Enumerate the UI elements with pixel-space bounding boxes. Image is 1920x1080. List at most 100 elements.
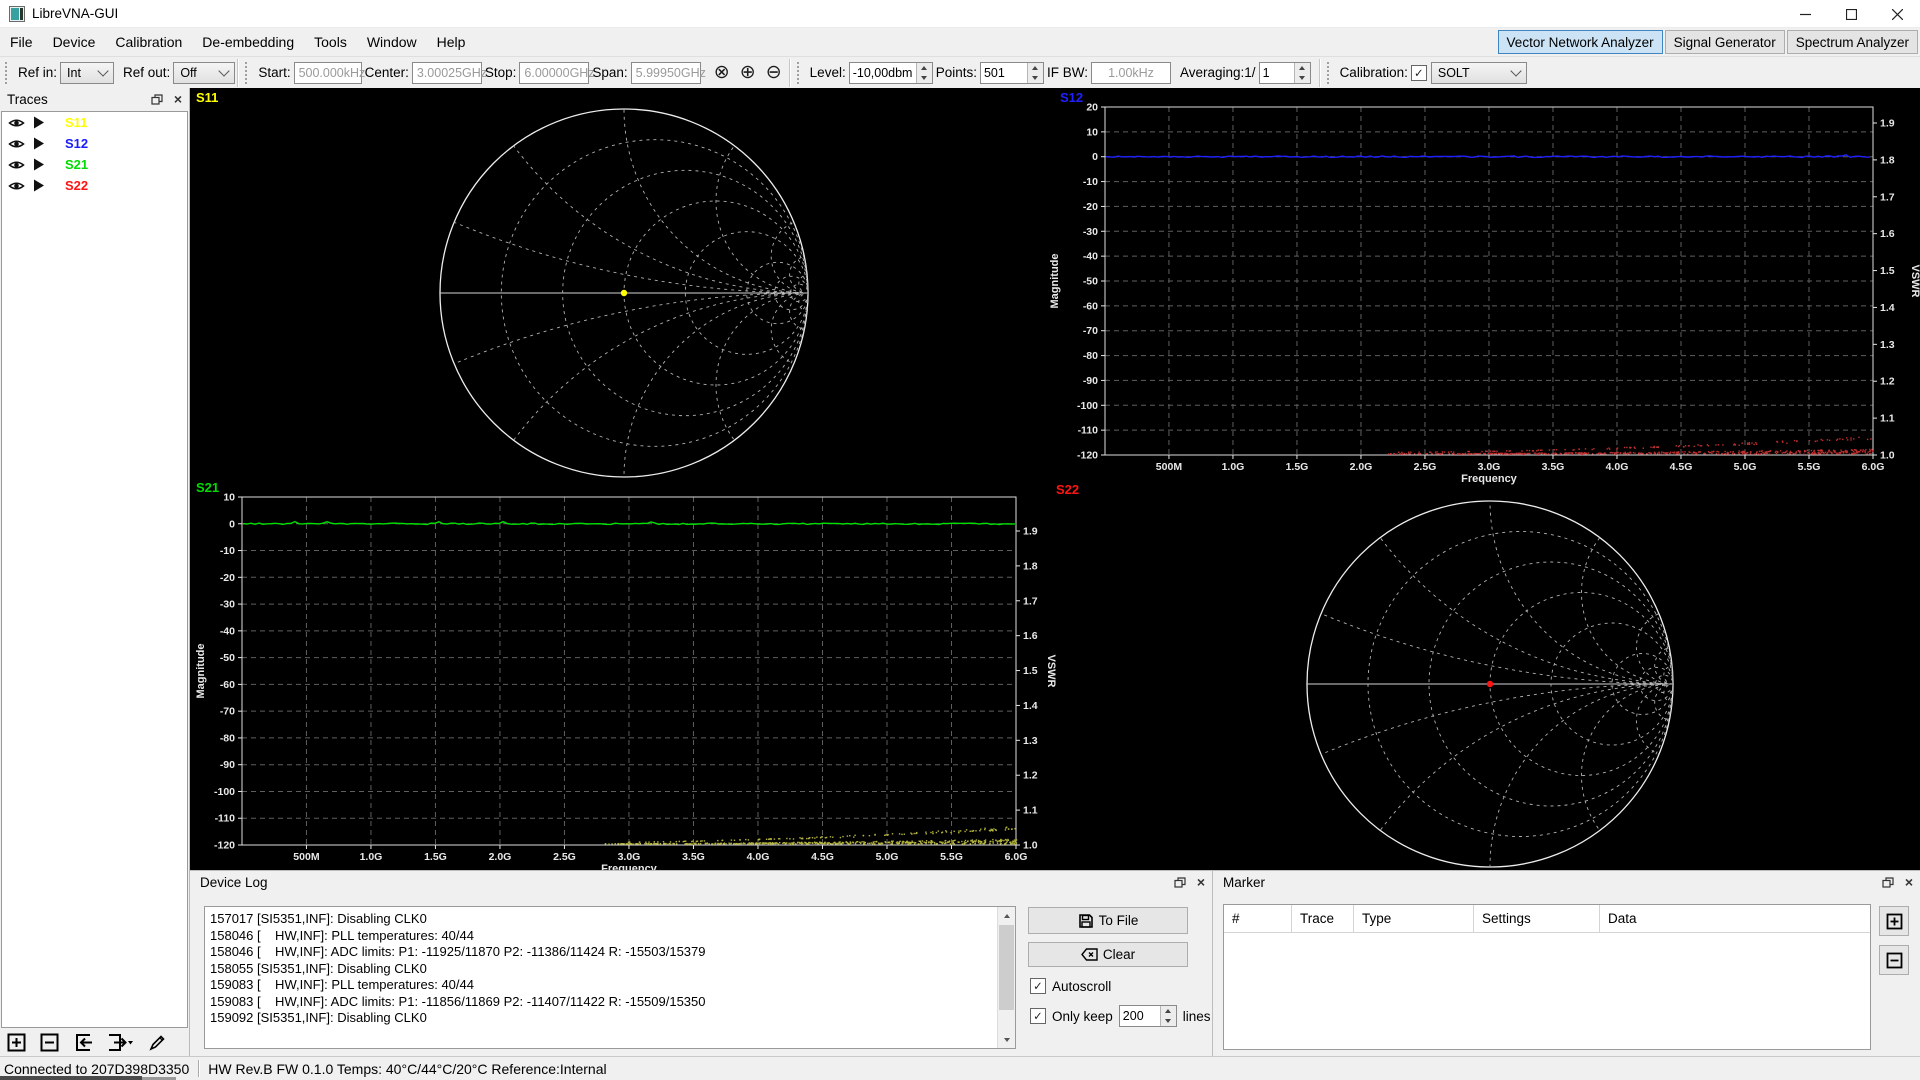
to-file-button[interactable]: To File	[1028, 907, 1188, 934]
stop-frequency-input[interactable]: 6.00000GHz	[519, 61, 595, 84]
trace-row-s12[interactable]: S12	[2, 133, 187, 154]
log-line: 159083 [ HW,INF]: PLL temperatures: 40/4…	[210, 977, 474, 992]
trace-list: S11 S12 S21 S22	[1, 111, 188, 1028]
svg-text:-30: -30	[220, 599, 235, 611]
center-frequency-input[interactable]: 3.00025GHz	[411, 61, 487, 84]
minimize-icon[interactable]	[1782, 0, 1828, 28]
svg-text:2.5G: 2.5G	[1414, 461, 1437, 473]
svg-text:-20: -20	[220, 572, 235, 584]
start-frequency-input[interactable]: 500.000kHz	[293, 61, 365, 84]
trace-row-s21[interactable]: S21	[2, 154, 187, 175]
scroll-up-icon[interactable]	[998, 907, 1015, 924]
s12-magnitude-plot[interactable]: 500M 1.0G 1.5G 2.0G 2.5G 3.0G 3.5G 4.0G 4.5G 5.0G…	[1028, 88, 1920, 485]
s11-smith-chart[interactable]: S11	[190, 88, 1028, 478]
float-icon[interactable]	[1882, 876, 1894, 888]
play-icon[interactable]	[33, 179, 45, 192]
averaging-stepper[interactable]: 1	[1258, 61, 1311, 84]
log-line: 158046 [ HW,INF]: PLL temperatures: 40/4…	[210, 927, 474, 943]
level-label: Level:	[809, 65, 846, 80]
toolbar-drag-handle[interactable]	[5, 61, 9, 84]
close-icon[interactable]: ×	[174, 92, 182, 106]
log-scrollbar[interactable]	[997, 907, 1015, 1048]
float-icon[interactable]	[1174, 876, 1186, 888]
toolbar-drag-handle[interactable]	[245, 61, 249, 84]
span-frequency-input[interactable]: 5.99950GHz	[630, 61, 706, 84]
trace-label[interactable]: S22	[65, 178, 88, 193]
svg-text:1.5: 1.5	[1023, 665, 1038, 677]
traces-dock: Traces × S11 S12 S21 S22	[0, 88, 190, 1056]
svg-text:-80: -80	[1083, 350, 1098, 362]
clear-log-button[interactable]: Clear	[1028, 942, 1188, 967]
calibration-checkbox[interactable]: ✓	[1410, 64, 1427, 81]
s21-magnitude-plot[interactable]: 500M 1.0G 1.5G 2.0G 2.5G 3.0G 3.5G 4.0G 4.5G 5.0G…	[190, 478, 1057, 875]
play-icon[interactable]	[33, 158, 45, 171]
autoscroll-checkbox[interactable]: ✓	[1030, 978, 1046, 994]
maximize-icon[interactable]	[1828, 0, 1874, 28]
menu-tools[interactable]: Tools	[304, 28, 357, 56]
menu-de-embedding[interactable]: De-embedding	[192, 28, 304, 56]
visibility-eye-icon[interactable]	[8, 117, 25, 129]
chevron-down-icon	[1510, 64, 1522, 77]
svg-text:-30: -30	[1083, 226, 1098, 238]
zoom-out-icon[interactable]: ⊖	[761, 60, 787, 86]
marker-col-trace: Trace	[1292, 905, 1354, 932]
marker-dock: Marker × # Trace Type Settings Data	[1212, 870, 1920, 1056]
svg-text:2.0G: 2.0G	[1350, 461, 1373, 473]
menu-help[interactable]: Help	[427, 28, 476, 56]
lines-label: lines	[1182, 1008, 1211, 1024]
visibility-eye-icon[interactable]	[8, 180, 25, 192]
only-keep-checkbox[interactable]: ✓	[1030, 1008, 1046, 1024]
toolbar: Ref in: Int Ref out: Off Start: 500.000k…	[0, 56, 1920, 88]
spin-down-icon	[1294, 72, 1310, 83]
menu-window[interactable]: Window	[357, 28, 427, 56]
toolbar-drag-handle[interactable]	[1326, 61, 1331, 84]
s22-trace-label: S22	[1056, 482, 1080, 497]
menu-device[interactable]: Device	[43, 28, 106, 56]
ref-in-select[interactable]: Int	[60, 61, 115, 84]
close-icon[interactable]	[1874, 0, 1920, 28]
close-icon[interactable]: ×	[1905, 875, 1913, 889]
zoom-reset-icon[interactable]: ⊗	[709, 60, 735, 86]
only-keep-stepper[interactable]: 200	[1118, 1005, 1177, 1027]
scroll-down-icon[interactable]	[998, 1031, 1015, 1048]
svg-text:-40: -40	[1083, 251, 1098, 263]
visibility-eye-icon[interactable]	[8, 138, 25, 150]
trace-row-s22[interactable]: S22	[2, 175, 187, 196]
play-icon[interactable]	[33, 137, 45, 150]
zoom-in-icon[interactable]: ⊕	[735, 60, 761, 86]
visibility-eye-icon[interactable]	[8, 159, 25, 171]
add-marker-button[interactable]	[1879, 906, 1909, 936]
s22-smith-chart[interactable]: S22	[1028, 478, 1920, 868]
trace-label[interactable]: S11	[65, 115, 87, 130]
tab-spectrum-analyzer[interactable]: Spectrum Analyzer	[1786, 30, 1918, 54]
svg-text:3.5G: 3.5G	[1542, 461, 1565, 473]
import-trace-button[interactable]	[69, 1030, 96, 1054]
trace-label[interactable]: S21	[65, 157, 88, 172]
points-stepper[interactable]: 501	[979, 61, 1044, 84]
ifbw-input[interactable]: 1.00kHz	[1091, 61, 1171, 84]
calibration-type-select[interactable]: SOLT	[1430, 61, 1527, 84]
svg-text:1.7: 1.7	[1023, 595, 1038, 607]
scrollbar-thumb[interactable]	[999, 925, 1014, 1010]
float-icon[interactable]	[151, 93, 163, 105]
tab-vector-network-analyzer[interactable]: Vector Network Analyzer	[1497, 30, 1663, 54]
export-trace-button[interactable]	[102, 1030, 138, 1054]
level-stepper[interactable]: -10,00dbm	[848, 61, 933, 84]
play-icon[interactable]	[33, 116, 45, 129]
trace-row-s11[interactable]: S11	[2, 112, 187, 133]
menu-file[interactable]: File	[0, 28, 43, 56]
edit-trace-button[interactable]	[144, 1030, 171, 1054]
remove-trace-button[interactable]	[36, 1030, 63, 1054]
tab-signal-generator[interactable]: Signal Generator	[1664, 30, 1785, 54]
remove-marker-button[interactable]	[1879, 945, 1909, 975]
chevron-down-icon	[218, 64, 230, 77]
add-trace-button[interactable]	[3, 1030, 30, 1054]
device-info-status: HW Rev.B FW 0.1.0 Temps: 40°C/44°C/20°C …	[208, 1060, 607, 1077]
svg-text:1.0: 1.0	[1880, 450, 1895, 462]
ref-out-select[interactable]: Off	[173, 61, 236, 84]
menu-calibration[interactable]: Calibration	[105, 28, 192, 56]
close-icon[interactable]: ×	[1197, 875, 1205, 889]
toolbar-drag-handle[interactable]	[796, 61, 801, 84]
trace-label[interactable]: S12	[65, 136, 88, 151]
svg-text:2.5G: 2.5G	[553, 851, 576, 863]
